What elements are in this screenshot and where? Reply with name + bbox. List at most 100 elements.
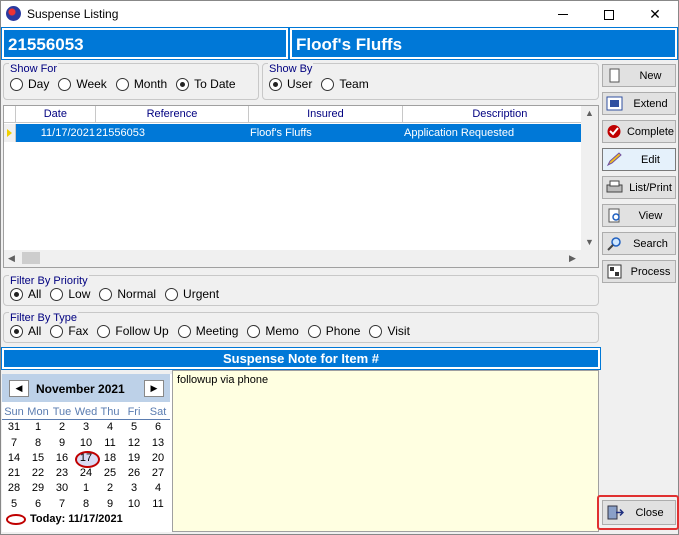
- type-radio-meeting[interactable]: Meeting: [177, 324, 238, 338]
- calendar-day[interactable]: 11: [146, 497, 170, 512]
- radio-indicator[interactable]: [50, 324, 64, 338]
- edit-button[interactable]: Edit: [602, 148, 676, 171]
- type-radio-all[interactable]: All: [10, 324, 41, 338]
- new-button[interactable]: New: [602, 64, 676, 87]
- calendar-today[interactable]: Today: 11/17/2021: [6, 513, 123, 525]
- show-for-radio-day[interactable]: Day: [10, 77, 49, 91]
- radio-indicator[interactable]: [321, 77, 335, 91]
- column-header-description[interactable]: Description: [403, 106, 598, 123]
- calendar-day[interactable]: 3: [74, 420, 98, 435]
- horizontal-scrollbar[interactable]: ◀ ▶: [4, 250, 598, 267]
- calendar-day[interactable]: 29: [26, 481, 50, 496]
- calendar-day[interactable]: 8: [26, 436, 50, 451]
- window-close-button[interactable]: ✕: [632, 1, 678, 28]
- calendar-day[interactable]: 4: [98, 420, 122, 435]
- radio-indicator[interactable]: [177, 324, 191, 338]
- column-header-reference[interactable]: Reference: [96, 106, 250, 123]
- column-header-date[interactable]: Date: [16, 106, 96, 123]
- calendar-day[interactable]: 3: [122, 481, 146, 496]
- type-radio-phone[interactable]: Phone: [307, 324, 360, 338]
- cell-description[interactable]: Application Requested: [404, 124, 584, 142]
- calendar-day[interactable]: 7: [2, 436, 26, 451]
- calendar-day[interactable]: 11: [98, 436, 122, 451]
- radio-indicator[interactable]: [176, 77, 190, 91]
- calendar-day[interactable]: 9: [50, 436, 74, 451]
- radio-indicator[interactable]: [10, 287, 23, 301]
- priority-radio-normal[interactable]: Normal: [99, 287, 156, 301]
- radio-indicator[interactable]: [99, 287, 113, 301]
- maximize-button[interactable]: [586, 1, 632, 28]
- calendar-day[interactable]: 30: [50, 481, 74, 496]
- view-button[interactable]: View: [602, 204, 676, 227]
- calendar-day[interactable]: 12: [122, 436, 146, 451]
- radio-indicator[interactable]: [10, 324, 23, 338]
- calendar-day[interactable]: 31: [2, 420, 26, 435]
- scroll-right-icon[interactable]: ▶: [569, 253, 576, 264]
- calendar-day[interactable]: 2: [50, 420, 74, 435]
- type-radio-fax[interactable]: Fax: [50, 324, 88, 338]
- calendar-day[interactable]: 27: [146, 466, 170, 481]
- calendar-day[interactable]: 25: [98, 466, 122, 481]
- priority-radio-all[interactable]: All: [10, 287, 41, 301]
- radio-indicator[interactable]: [50, 287, 64, 301]
- process-button[interactable]: Process: [602, 260, 676, 283]
- table-row[interactable]: 11/17/2021 21556053 Floof's Fluffs Appli…: [4, 124, 584, 142]
- cell-date[interactable]: 11/17/2021: [16, 124, 96, 142]
- extend-button[interactable]: Extend: [602, 92, 676, 115]
- calendar-next-button[interactable]: ▶: [144, 380, 164, 397]
- calendar-day[interactable]: 20: [146, 451, 170, 466]
- cell-reference[interactable]: 21556053: [96, 124, 250, 142]
- show-by-radio-user[interactable]: User: [269, 77, 312, 91]
- calendar-day[interactable]: 18: [98, 451, 122, 466]
- search-button[interactable]: Search: [602, 232, 676, 255]
- list-print-button[interactable]: List/Print: [602, 176, 676, 199]
- calendar-day[interactable]: 10: [122, 497, 146, 512]
- radio-indicator[interactable]: [115, 77, 129, 91]
- calendar-prev-button[interactable]: ◀: [9, 380, 29, 397]
- priority-radio-low[interactable]: Low: [50, 287, 90, 301]
- calendar-day[interactable]: 6: [26, 497, 50, 512]
- calendar[interactable]: ◀ November 2021 ▶ Sun Mon Tue Wed Thu Fri Sat 3…: [2, 374, 172, 532]
- calendar-day[interactable]: 16: [50, 451, 74, 466]
- calendar-day[interactable]: 9: [98, 497, 122, 512]
- calendar-day[interactable]: 2: [98, 481, 122, 496]
- close-button[interactable]: Close: [602, 500, 676, 525]
- radio-indicator[interactable]: [165, 287, 179, 301]
- calendar-day[interactable]: 5: [2, 497, 26, 512]
- calendar-day[interactable]: 1: [74, 481, 98, 496]
- type-radio-follow-up[interactable]: Follow Up: [97, 324, 169, 338]
- show-for-radio-to-date[interactable]: To Date: [176, 77, 236, 91]
- calendar-day[interactable]: 28: [2, 481, 26, 496]
- radio-indicator[interactable]: [307, 324, 321, 338]
- calendar-day[interactable]: 13: [146, 436, 170, 451]
- type-radio-memo[interactable]: Memo: [247, 324, 299, 338]
- calendar-day[interactable]: 10: [74, 436, 98, 451]
- scroll-left-icon[interactable]: ◀: [8, 253, 15, 264]
- calendar-day[interactable]: 17: [74, 450, 100, 469]
- calendar-day[interactable]: 22: [26, 466, 50, 481]
- radio-indicator[interactable]: [97, 324, 111, 338]
- calendar-day[interactable]: 8: [74, 497, 98, 512]
- scroll-down-icon[interactable]: ▼: [585, 237, 594, 247]
- scroll-up-icon[interactable]: ▲: [585, 108, 594, 118]
- calendar-day[interactable]: 6: [146, 420, 170, 435]
- suspense-note-text[interactable]: followup via phone: [172, 370, 599, 532]
- radio-indicator[interactable]: [269, 77, 282, 91]
- show-for-radio-week[interactable]: Week: [58, 77, 107, 91]
- suspense-grid[interactable]: Date Reference Insured Description 11/17…: [3, 105, 599, 268]
- horizontal-scroll-thumb[interactable]: [22, 252, 40, 264]
- calendar-day[interactable]: 24: [74, 466, 98, 481]
- calendar-day[interactable]: 4: [146, 481, 170, 496]
- calendar-day[interactable]: 5: [122, 420, 146, 435]
- priority-radio-urgent[interactable]: Urgent: [165, 287, 219, 301]
- radio-indicator[interactable]: [58, 77, 72, 91]
- calendar-day[interactable]: 21: [2, 466, 26, 481]
- calendar-day[interactable]: 14: [2, 451, 26, 466]
- calendar-day[interactable]: 23: [50, 466, 74, 481]
- vertical-scrollbar[interactable]: ▲ ▼: [581, 106, 598, 251]
- calendar-day[interactable]: 7: [50, 497, 74, 512]
- radio-indicator[interactable]: [247, 324, 261, 338]
- radio-indicator[interactable]: [10, 77, 23, 91]
- show-by-radio-team[interactable]: Team: [321, 77, 369, 91]
- calendar-day[interactable]: 1: [26, 420, 50, 435]
